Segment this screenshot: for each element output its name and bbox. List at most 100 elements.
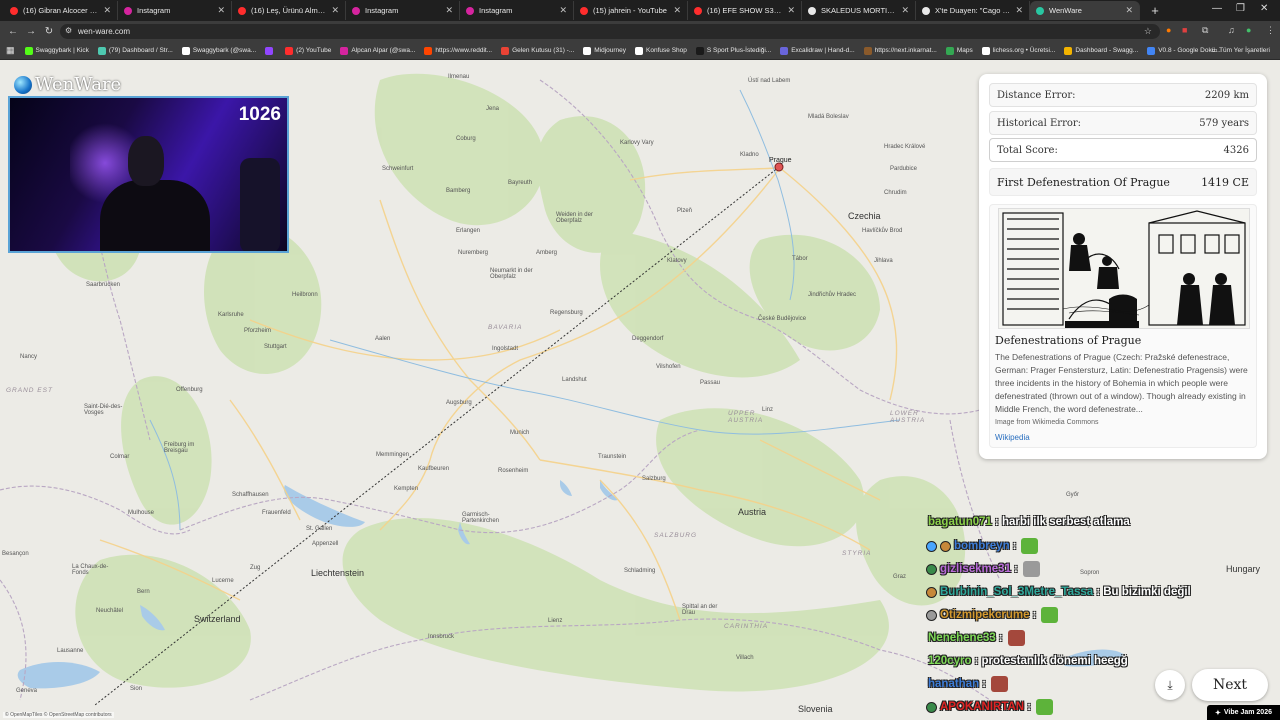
close-tab-icon[interactable]: ✕ [901,5,909,16]
map-label: Amberg [536,250,558,256]
site-info-icon[interactable]: ⚙ [65,26,72,35]
bookmark-item[interactable]: (2) YouTube [285,46,331,55]
map-label: Schaffhausen [232,492,269,498]
forward-icon[interactable]: → [22,26,40,37]
chat-text: : [982,678,986,690]
event-name: First Defenestration Of Prague [997,175,1170,189]
bookmark-item[interactable]: S Sport Plus-İstediği... [695,46,771,55]
map-label: Traunstein [598,454,627,460]
close-tab-icon[interactable]: ✕ [445,5,453,16]
bookmark-item[interactable]: Maps [945,46,973,55]
event-year: 1419 CE [1201,175,1249,189]
close-tab-icon[interactable]: ✕ [787,5,795,16]
minimize-icon[interactable]: — [1212,3,1222,14]
wikipedia-link[interactable]: Wikipedia [995,433,1030,442]
new-tab-icon[interactable]: + [1146,3,1164,18]
map-label: Rosenheim [498,468,529,474]
map-label: Klatovy [667,258,687,264]
url-input[interactable]: ⚙ wen-ware.com ☆ [60,24,1160,39]
map-label: Kladno [740,152,759,158]
map-label: Nuremberg [458,250,489,256]
map-label: Vilshofen [656,364,681,370]
wiki-card: Defenestrations of Prague The Defenestra… [989,204,1257,448]
bookmark-item[interactable]: Midjourney [583,46,626,55]
browser-tab[interactable]: (16) Leş, Ürünü Almak İçin Mü✕ [232,1,346,20]
map-label: Innsbruck [428,634,455,640]
bookmark-item[interactable]: Excalidraw | Hand-d... [780,46,855,55]
close-tab-icon[interactable]: ✕ [559,5,567,16]
close-tab-icon[interactable]: ✕ [103,5,111,16]
close-window-icon[interactable]: ✕ [1260,3,1268,14]
close-tab-icon[interactable]: ✕ [673,5,681,16]
next-button[interactable]: Next [1192,669,1268,701]
bookmark-item[interactable]: lichess.org • Ücretsi... [981,46,1055,55]
wenware-icon [1036,6,1044,15]
excalidraw-icon [780,46,789,55]
map-label: Pforzheim [244,328,272,334]
maximize-icon[interactable]: ❐ [1236,3,1245,14]
download-button[interactable]: ⤓ [1155,670,1185,700]
lichess-icon [981,46,990,55]
back-icon[interactable]: ← [4,26,22,37]
bookmark-item[interactable]: Alpcan Alpar (@swa... [340,46,415,55]
map-label-region: BAVARIA [488,324,523,331]
browser-tab[interactable]: (15) jahrein - YouTube ✕ [574,1,688,20]
close-tab-icon[interactable]: ✕ [217,5,225,16]
map-attribution: © OpenMapTiles © OpenStreetMap contribut… [3,712,114,718]
chat-text: : [1032,609,1037,621]
browser-tab[interactable]: X'te Duayen: "Cago vergi müfe✕ [916,1,1030,20]
bookmark-item[interactable]: Dashboard - Swagg... [1064,46,1138,55]
map-label: Tábor [792,256,808,262]
extension-icon[interactable]: ● [1166,25,1171,35]
x-icon [808,6,816,15]
inkarnate-icon [863,46,872,55]
all-bookmarks-folder[interactable]: ▭ Tüm Yer İşaretleri [1211,46,1270,54]
bookmark-item[interactable]: Swaggybark (@swa... [181,46,256,55]
media-icon[interactable]: ♫ [1228,25,1235,35]
total-score-row: Total Score: 4326 [989,138,1257,162]
browser-tab-active[interactable]: WenWare ✕ [1030,1,1140,20]
bookmark-item[interactable]: (79) Dashboard / Str... [97,46,173,55]
map-label-country: Liechtenstein [311,568,365,578]
close-tab-icon[interactable]: ✕ [1015,5,1023,16]
browser-tab[interactable]: (16) Gibran Alcocer - Idea 10✕ [4,1,118,20]
bookmark-item[interactable]: https://www.reddit... [424,46,492,55]
map-label: Lucerne [212,578,234,584]
browser-tab[interactable]: Instagram ✕ [346,1,460,20]
bookmark-item[interactable]: Konfuse Shop [635,46,687,55]
wiki-excerpt: The Defenestrations of Prague (Czech: Pr… [995,352,1248,414]
apps-grid-icon[interactable]: ▦ [6,45,15,56]
close-tab-icon[interactable]: ✕ [331,5,339,16]
bookmark-item[interactable]: Gelen Kutusu (31) -... [501,46,574,55]
map-label: Frauenfeld [262,510,291,516]
browser-tab[interactable]: Instagram ✕ [118,1,232,20]
menu-kebab-icon[interactable]: ⋮ [1266,25,1275,36]
map-label: Freiburg im Breisgau [164,442,195,454]
browser-tab[interactable]: (16) EFE SHOW S3B26 | MÖSY✕ [688,1,802,20]
bookmark-star-icon[interactable]: ☆ [1144,26,1152,37]
bookmark-item[interactable]: Swaggybark | Kick [24,46,89,55]
browser-tab[interactable]: SKALEDUS MORTIMAS Topluluk✕ [802,1,916,20]
bookmark-item[interactable]: https://next.inkarnat... [863,46,937,55]
extensions-puzzle-icon[interactable]: ⧉ [1202,25,1208,36]
map-label: Győr [1066,492,1080,498]
profile-avatar-icon[interactable]: ● [1246,25,1251,35]
chat-text: : protestanlık dönemi heegğ [974,655,1128,667]
event-row: First Defenestration Of Prague 1419 CE [989,168,1257,196]
bookmark-item[interactable]: V0.8 - Google Dokü... [1147,46,1221,55]
bookmark-item[interactable] [265,46,276,55]
chat-text: : [1013,563,1018,575]
extension-icon[interactable]: ■ [1182,25,1187,35]
reload-icon[interactable]: ↻ [40,26,58,37]
close-tab-icon[interactable]: ✕ [1125,5,1133,16]
chat-username: gizlisekme31 [940,563,1011,575]
dashboard-icon [97,46,106,55]
map-label: Regensburg [550,310,583,316]
browser-tab[interactable]: Instagram ✕ [460,1,574,20]
chat-username: 120cyro [928,655,972,667]
youtube-icon [694,6,702,15]
map-label: Coburg [456,136,476,142]
event-woodcut-image[interactable] [998,208,1250,329]
vibe-jam-badge[interactable]: ✦ Vibe Jam 2026 [1207,705,1280,720]
map-label: Karlsruhe [218,312,244,318]
